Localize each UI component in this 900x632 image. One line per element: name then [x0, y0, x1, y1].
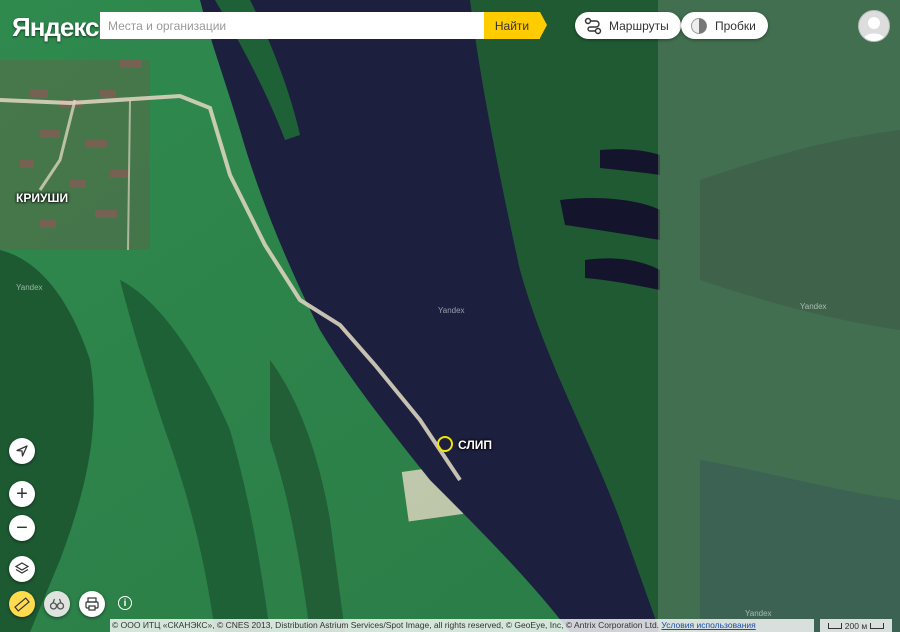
print-button[interactable]: [79, 591, 105, 617]
info-icon[interactable]: i: [118, 596, 132, 610]
binoculars-icon: [49, 598, 65, 610]
layers-button[interactable]: [9, 556, 35, 582]
traffic-label: Пробки: [715, 18, 756, 33]
search-input[interactable]: [100, 12, 484, 39]
copyright-text: © ООО ИТЦ «СКАНЭКС», © CNES 2013, Distri…: [112, 620, 660, 630]
traffic-icon: [689, 16, 709, 36]
map-watermark: Yandex: [745, 609, 772, 618]
panorama-button[interactable]: [44, 591, 70, 617]
map-watermark: Yandex: [438, 306, 465, 315]
scale-bar: 200 м: [820, 619, 892, 632]
minus-icon: −: [16, 517, 28, 539]
printer-icon: [85, 597, 99, 611]
scale-ruler: [827, 622, 842, 629]
user-icon: [863, 17, 885, 41]
scale-ruler: [870, 622, 885, 629]
traffic-button[interactable]: Пробки: [681, 12, 768, 39]
scale-value: 200 м: [844, 620, 868, 631]
yandex-logo[interactable]: Яндекс: [12, 12, 99, 43]
route-icon: [583, 16, 603, 36]
zoom-in-button[interactable]: +: [9, 481, 35, 507]
copyright-bar: © ООО ИТЦ «СКАНЭКС», © CNES 2013, Distri…: [110, 619, 814, 632]
satellite-map[interactable]: [0, 0, 900, 632]
locate-button[interactable]: [9, 438, 35, 464]
zoom-out-button[interactable]: −: [9, 515, 35, 541]
search-bar: Найти: [100, 12, 547, 39]
plus-icon: +: [16, 483, 28, 505]
map-watermark: Yandex: [16, 283, 43, 292]
slip-label: СЛИП: [458, 438, 493, 452]
search-button[interactable]: Найти: [484, 12, 547, 39]
user-avatar[interactable]: [858, 10, 890, 42]
terms-link[interactable]: Условия использования: [661, 620, 755, 630]
ruler-button[interactable]: [9, 591, 35, 617]
routes-button[interactable]: Маршруты: [575, 12, 681, 39]
village-label: КРИУШИ: [16, 191, 69, 205]
map-watermark: Yandex: [800, 302, 827, 311]
routes-label: Маршруты: [609, 18, 669, 33]
arrow-locate-icon: [16, 445, 28, 457]
layers-icon: [14, 562, 30, 574]
ruler-icon: [14, 597, 30, 612]
